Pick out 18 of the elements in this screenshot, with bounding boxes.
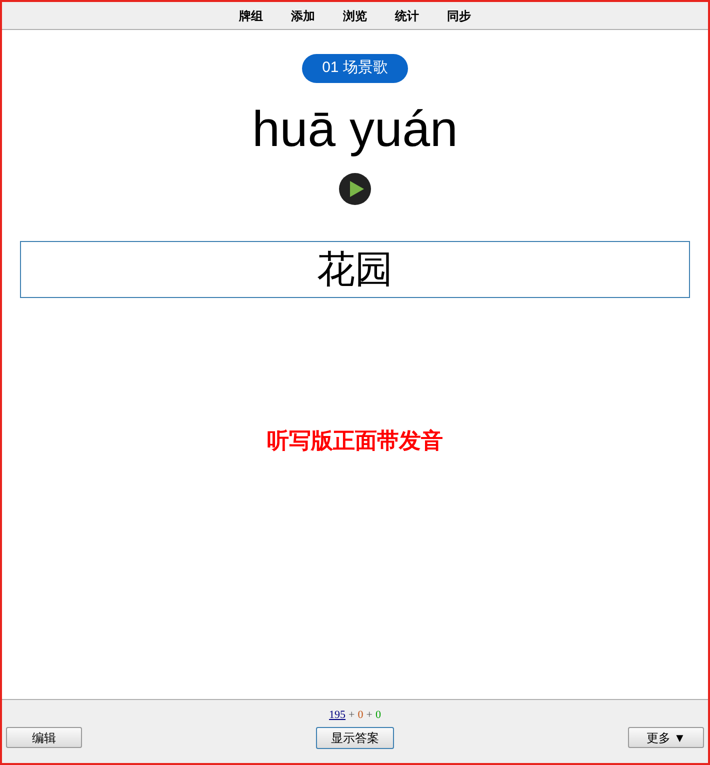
menu-link[interactable]: 同步 bbox=[447, 6, 471, 24]
count-text: 0 bbox=[375, 708, 381, 723]
count-text[interactable]: 195 bbox=[329, 707, 346, 724]
menu-link[interactable]: 牌组 bbox=[239, 6, 263, 24]
edit-button[interactable]: 编辑 bbox=[6, 727, 82, 748]
menu-link[interactable]: 统计 bbox=[395, 6, 419, 24]
pinyin-text: huā yuán bbox=[252, 100, 458, 159]
answer-field[interactable]: 花园 bbox=[20, 241, 690, 298]
show-answer-button[interactable]: 显示答案 bbox=[316, 726, 394, 748]
play-icon[interactable] bbox=[339, 173, 371, 205]
plus-sign: + bbox=[348, 708, 355, 723]
more-button[interactable]: 更多 ▼ bbox=[628, 727, 704, 748]
plus-sign: + bbox=[366, 708, 372, 723]
count-text: 0 bbox=[358, 708, 364, 723]
note-text: 听写版正面带发音 bbox=[267, 427, 443, 455]
menu-link[interactable]: 添加 bbox=[291, 6, 315, 24]
menu-link[interactable]: 浏览 bbox=[343, 6, 367, 24]
deck-tag: 01 场景歌 bbox=[302, 54, 408, 83]
